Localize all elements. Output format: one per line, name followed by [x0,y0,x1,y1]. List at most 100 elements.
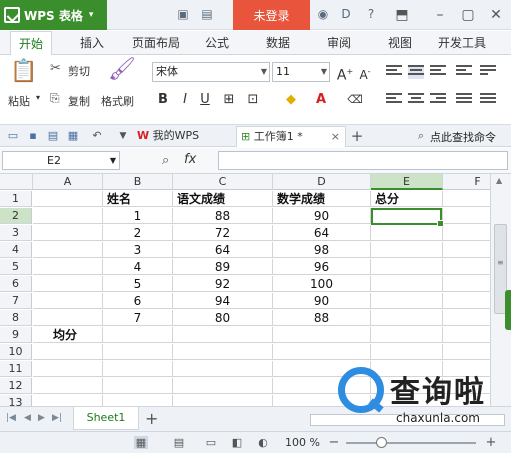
font-color-icon[interactable]: A [312,91,330,109]
paste-icon[interactable]: 📋 [10,61,37,83]
paste-button[interactable]: 粘贴 [8,93,30,109]
cell-d1[interactable]: 数学成绩 [273,191,371,207]
cell-e4[interactable] [371,242,443,258]
cell-e7[interactable] [371,293,443,309]
column-header-c[interactable]: C [173,174,273,190]
column-header-d[interactable]: D [273,174,371,190]
zoom-slider-knob[interactable] [376,437,387,448]
cell-b8[interactable]: 7 [103,310,173,326]
tab-formulas[interactable]: 公式 [205,31,229,55]
cell-c5[interactable]: 89 [173,259,273,275]
print-icon[interactable]: ▤ [46,129,60,143]
cell-d9[interactable] [273,327,371,343]
cell-b7[interactable]: 6 [103,293,173,309]
cell-f4[interactable] [443,242,490,258]
zoom-slider[interactable] [346,442,476,444]
cell-a8[interactable] [33,310,103,326]
file-icon[interactable]: ▤ [200,7,214,21]
cell-e3[interactable] [371,225,443,241]
cell-d6[interactable]: 100 [273,276,371,292]
prev-sheet-icon[interactable]: ◀ [24,413,31,423]
cell-f1[interactable] [443,191,490,207]
normal-view-icon[interactable]: ▦ [134,436,148,449]
cell-a12[interactable] [33,378,103,394]
borders-icon[interactable]: ⊞ [220,91,238,109]
row-header-4[interactable]: 4 [0,242,32,258]
undo-icon[interactable]: ↶ [90,129,104,143]
cell-b6[interactable]: 5 [103,276,173,292]
cell-b2[interactable]: 1 [103,208,173,224]
next-sheet-icon[interactable]: ▶ [38,413,45,423]
justify-icon[interactable] [456,93,472,107]
restore-ribbon-icon[interactable]: ⬒ [392,5,412,25]
font-size-select[interactable]: 11 ▼ [272,62,330,82]
italic-button[interactable]: I [176,91,194,109]
cell-c11[interactable] [173,361,273,377]
tab-home[interactable]: 开始 [10,31,53,56]
tab-developer[interactable]: 开发工具 [438,31,486,55]
skin-icon[interactable]: ◉ [316,7,330,21]
row-header-6[interactable]: 6 [0,276,32,292]
cell-a10[interactable] [33,344,103,360]
column-header-b[interactable]: B [103,174,173,190]
align-top-icon[interactable] [386,65,402,79]
cell-b5[interactable]: 4 [103,259,173,275]
cell-b11[interactable] [103,361,173,377]
column-header-a[interactable]: A [33,174,103,190]
copy-icon[interactable]: ⎘ [50,92,60,104]
sheet-tab-sheet1[interactable]: Sheet1 [73,407,139,430]
maximize-button[interactable]: ▢ [458,5,478,25]
scissors-icon[interactable]: ✂ [50,62,61,75]
row-header-11[interactable]: 11 [0,361,32,377]
print-preview-icon[interactable]: ▦ [66,129,80,143]
row-header-9[interactable]: 9 [0,327,32,343]
cell-a13[interactable] [33,395,103,406]
align-bottom-icon[interactable] [430,65,446,79]
cell-e10[interactable] [371,344,443,360]
cell-b3[interactable]: 2 [103,225,173,241]
cell-a1[interactable] [33,191,103,207]
tab-insert[interactable]: 插入 [80,31,104,55]
underline-button[interactable]: U [196,91,214,109]
scroll-up-icon[interactable]: ▲ [496,176,502,185]
cell-a4[interactable] [33,242,103,258]
first-sheet-icon[interactable]: |◀ [6,413,16,423]
cell-c3[interactable]: 72 [173,225,273,241]
align-center-icon[interactable] [408,93,424,107]
tab-my-wps[interactable]: W 我的WPS [133,126,231,147]
row-header-5[interactable]: 5 [0,259,32,275]
cell-c10[interactable] [173,344,273,360]
row-header-13[interactable]: 13 [0,395,32,406]
cell-a9[interactable]: 均分 [33,327,103,343]
tab-page-layout[interactable]: 页面布局 [132,31,180,55]
text-direction-icon[interactable] [480,65,496,79]
formula-input[interactable] [218,151,508,170]
distributed-icon[interactable] [480,93,496,107]
login-button[interactable]: 未登录 [233,0,310,30]
fx-icon[interactable]: fx [184,152,196,167]
close-button[interactable]: ✕ [486,5,506,25]
align-right-icon[interactable] [430,93,446,107]
tab-view[interactable]: 视图 [388,31,412,55]
select-all-corner[interactable] [0,174,33,190]
cell-f3[interactable] [443,225,490,241]
command-search[interactable]: 点此查找命令 [430,129,496,145]
cell-f6[interactable] [443,276,490,292]
zoom-search-icon[interactable]: ⌕ [162,153,169,168]
cell-c2[interactable]: 88 [173,208,273,224]
cell-e1[interactable]: 总分 [371,191,443,207]
row-header-12[interactable]: 12 [0,378,32,394]
font-name-select[interactable]: 宋体 ▼ [152,62,270,82]
name-box[interactable]: E2 ▼ [2,151,120,170]
active-cell-cursor[interactable] [371,208,444,227]
row-header-1[interactable]: 1 [0,191,32,207]
new-tab-icon[interactable]: + [350,129,364,144]
cell-c4[interactable]: 64 [173,242,273,258]
save-cloud-icon[interactable]: ▣ [176,7,190,21]
cell-f8[interactable] [443,310,490,326]
folder-icon[interactable]: ▭ [6,129,20,143]
cell-a3[interactable] [33,225,103,241]
cell-a2[interactable] [33,208,103,224]
cell-a7[interactable] [33,293,103,309]
format-painter-icon[interactable]: 🖌 [108,59,136,81]
